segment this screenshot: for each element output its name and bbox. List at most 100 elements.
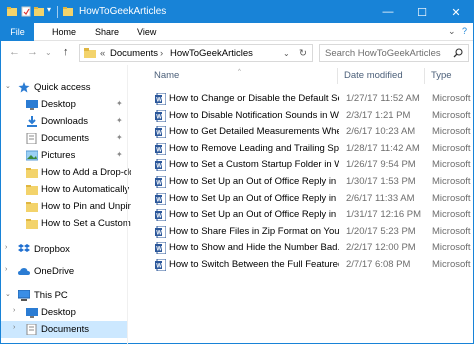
word-document-icon: W (155, 159, 166, 172)
word-document-icon: W (155, 142, 166, 155)
chevron-right-icon[interactable]: › (13, 324, 15, 331)
address-bar[interactable]: « Documents › HowToGeekArticles ⌄ ↻ (79, 44, 313, 62)
column-divider[interactable] (337, 68, 338, 84)
dropbox-icon (18, 244, 30, 252)
back-button[interactable]: ← (9, 46, 20, 58)
chevron-right-icon[interactable]: › (13, 307, 15, 314)
table-row[interactable]: W How to Disable Notification Sounds in W… (153, 108, 473, 124)
column-header-type[interactable]: Type (431, 70, 452, 81)
help-icon[interactable]: ? (462, 26, 467, 36)
nav-folder-1[interactable]: How to Add a Drop-do (1, 164, 131, 181)
nav-label: Pictures (41, 150, 76, 161)
file-type: Microsoft V (432, 109, 473, 121)
nav-this-pc[interactable]: ⌄ This PC (1, 287, 127, 304)
breadcrumb-documents[interactable]: Documents (110, 48, 158, 59)
new-folder-icon[interactable] (34, 6, 44, 17)
customize-toolbar-icon[interactable]: ▾ (47, 5, 51, 14)
nav-folder-2[interactable]: How to Automatically (1, 181, 130, 198)
svg-text:W: W (156, 214, 162, 220)
nav-dropbox[interactable]: › Dropbox (1, 241, 127, 258)
nav-pane-divider[interactable] (127, 65, 128, 345)
nav-desktop[interactable]: Desktop ✦ (1, 96, 127, 113)
tab-file[interactable]: File (1, 23, 34, 41)
tab-share[interactable]: Share (87, 23, 127, 41)
file-type: Microsoft V (432, 159, 473, 171)
chevron-right-icon[interactable]: › (5, 244, 7, 251)
minimize-button[interactable]: — (371, 1, 405, 23)
nav-documents[interactable]: Documents ✦ (1, 130, 127, 147)
pictures-icon (26, 150, 38, 161)
file-date: 2/3/17 1:21 PM (346, 109, 411, 121)
file-name: How to Get Detailed Measurements Whe... (169, 126, 339, 138)
folder-icon (26, 219, 38, 229)
nav-label: Documents (41, 133, 90, 144)
table-row[interactable]: W How to Set Up an Out of Office Reply in… (153, 207, 473, 223)
breadcrumb-current[interactable]: HowToGeekArticles (170, 48, 253, 59)
tab-home[interactable]: Home (44, 23, 84, 41)
word-document-icon: W (155, 209, 166, 222)
table-row[interactable]: W How to Set Up an Out of Office Reply in… (153, 174, 473, 190)
ribbon-tabs: File Home Share View ⌄ ? (1, 23, 473, 41)
column-header-name[interactable]: ^ Name (154, 69, 241, 81)
pin-icon: ✦ (116, 150, 123, 159)
nav-pc-desktop[interactable]: › Desktop (1, 304, 127, 321)
nav-onedrive[interactable]: › OneDrive (1, 263, 127, 280)
word-document-icon: W (155, 225, 166, 238)
column-header-date[interactable]: Date modified (344, 70, 403, 81)
search-icon[interactable] (453, 48, 463, 58)
nav-folder-3[interactable]: How to Pin and Unpin (1, 198, 131, 215)
table-row[interactable]: W How to Share Files in Zip Format on You… (153, 224, 473, 240)
table-row[interactable]: W How to Show and Hide the Number Bad... 2… (153, 240, 473, 256)
forward-button[interactable]: → (27, 46, 38, 58)
chevron-down-icon[interactable]: ⌄ (5, 290, 11, 298)
table-row[interactable]: W How to Set a Custom Startup Folder in W… (153, 157, 473, 173)
breadcrumb-overflow[interactable]: « (100, 48, 105, 59)
title-bar[interactable]: ▾ HowToGeekArticles — ☐ ✕ (1, 1, 473, 23)
maximize-button[interactable]: ☐ (405, 1, 439, 23)
title-separator (57, 6, 58, 18)
table-row[interactable]: W How to Change or Disable the Default Se… (153, 91, 473, 107)
column-name-label: Name (154, 70, 180, 81)
nav-quick-access[interactable]: ⌄ Quick access (1, 79, 127, 96)
table-row[interactable]: W How to Get Detailed Measurements Whe...… (153, 124, 473, 140)
file-type: Microsoft V (432, 225, 473, 237)
recent-locations-button[interactable]: ⌄ (45, 48, 52, 57)
properties-icon[interactable] (21, 6, 31, 17)
nav-downloads[interactable]: Downloads ✦ (1, 113, 127, 130)
word-document-icon: W (155, 259, 166, 271)
chevron-right-icon[interactable]: › (5, 266, 7, 273)
refresh-icon[interactable]: ↻ (299, 48, 307, 59)
nav-label: Desktop (41, 307, 76, 318)
star-icon (18, 82, 30, 93)
explorer-window: ▾ HowToGeekArticles — ☐ ✕ File Home Shar… (0, 0, 474, 345)
column-divider[interactable] (424, 68, 425, 84)
nav-folder-4[interactable]: How to Set a Custom S (1, 215, 131, 232)
file-type: Microsoft V (432, 242, 473, 254)
file-date: 1/28/17 11:42 AM (346, 142, 420, 154)
expand-ribbon-icon[interactable]: ⌄ (448, 26, 456, 37)
nav-label: How to Automatically (41, 184, 130, 195)
onedrive-icon (18, 268, 30, 275)
table-row[interactable]: W How to Switch Between the Full Featured… (153, 257, 473, 273)
close-button[interactable]: ✕ (439, 1, 473, 23)
word-document-icon: W (155, 192, 166, 205)
nav-label: Downloads (41, 116, 88, 127)
up-button[interactable]: ↑ (63, 46, 69, 58)
chevron-down-icon[interactable]: ⌄ (5, 82, 11, 90)
table-row[interactable]: W How to Set Up an Out of Office Reply in… (153, 191, 473, 207)
address-dropdown-icon[interactable]: ⌄ (283, 49, 290, 58)
file-name: How to Switch Between the Full Featured.… (169, 259, 339, 270)
nav-label: Desktop (41, 99, 76, 110)
file-type: Microsoft V (432, 142, 473, 154)
word-document-icon: W (155, 242, 166, 255)
search-placeholder[interactable]: Search HowToGeekArticles (325, 48, 441, 59)
nav-pc-documents[interactable]: › Documents (1, 321, 127, 338)
file-date: 1/27/17 11:52 AM (346, 93, 420, 104)
documents-icon (26, 133, 37, 144)
word-document-icon: W (155, 176, 166, 188)
table-row[interactable]: W How to Remove Leading and Trailing Spa.… (153, 141, 473, 157)
search-box[interactable]: Search HowToGeekArticles (319, 44, 469, 62)
nav-pictures[interactable]: Pictures ✦ (1, 147, 127, 164)
nav-label: How to Pin and Unpin (41, 201, 131, 212)
tab-view[interactable]: View (129, 23, 164, 41)
